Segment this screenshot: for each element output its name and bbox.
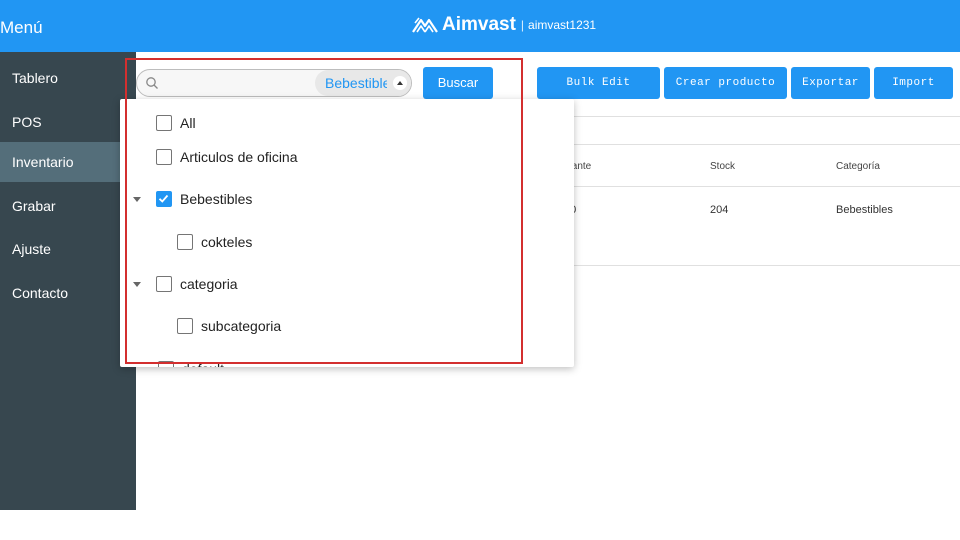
tree-item-all[interactable]: All [156,113,196,133]
tree-item-label: subcategoria [201,318,282,334]
tree-item-label: All [180,115,196,131]
tree-item-subcategoria[interactable]: subcategoria [177,316,281,336]
sidebar-item-ajuste[interactable]: Ajuste [0,229,136,269]
check-icon [158,194,169,203]
sidebar: Tablero POS Inventario Grabar Ajuste Con… [0,52,136,510]
sidebar-item-pos[interactable]: POS [0,102,136,142]
search-button[interactable]: Buscar [423,67,493,99]
bulk-edit-button[interactable]: Bulk Edit [537,67,660,99]
table-cell-stock: 204 [710,204,729,216]
divider [574,144,960,145]
tree-item-label: categoria [180,276,238,292]
export-button[interactable]: Exportar [791,67,870,99]
search-input[interactable] [165,73,315,93]
username: aimvast1231 [528,18,597,32]
search-icon [146,77,158,89]
checkbox-checked[interactable] [156,191,172,207]
tree-item-label: cokteles [201,234,253,250]
import-button[interactable]: Import [874,67,953,99]
divider [574,116,960,117]
sidebar-item-tablero[interactable]: Tablero [0,58,136,98]
brand-name: Aimvast [442,14,516,35]
tree-item-bebestibles[interactable]: Bebestibles [156,189,252,209]
top-app-bar: Menú Aimvast | aimvast1231 [0,0,960,52]
category-dropdown: All Articulos de oficina Bebestibles cok… [120,99,574,367]
expand-caret-icon[interactable] [132,194,142,204]
expand-caret-icon[interactable] [132,279,142,289]
tree-item-categoria[interactable]: categoria [156,274,238,294]
brand-separator: | [520,18,525,32]
aimvast-logo-icon [412,17,438,33]
tree-item-cokteles[interactable]: cokteles [177,232,252,252]
sidebar-item-grabar[interactable]: Grabar [0,186,136,226]
brand: Aimvast | aimvast1231 [412,14,596,36]
tree-item-label: Bebestibles [180,191,253,207]
menu-title[interactable]: Menú [0,18,43,38]
tree-item-label: Articulos de oficina [180,149,298,165]
tree-item-articulos-de-oficina[interactable]: Articulos de oficina [156,147,298,167]
search-bar: Bebestibles [136,69,412,97]
sidebar-item-contacto[interactable]: Contacto [0,273,136,313]
tree-item-default[interactable]: default [158,361,224,367]
divider [574,265,960,266]
tree-item-label: default [182,361,224,367]
checkbox[interactable] [177,234,193,250]
caret-up-icon [393,76,407,90]
checkbox[interactable] [156,149,172,165]
category-select[interactable]: Bebestibles [315,70,411,96]
checkbox[interactable] [177,318,193,334]
create-product-button[interactable]: Crear producto [664,67,787,99]
category-select-value: Bebestibles [325,75,387,91]
table-cell-categoria: Bebestibles [836,204,893,216]
column-header-categoria[interactable]: Categoría [836,161,880,172]
checkbox[interactable] [156,115,172,131]
checkbox[interactable] [158,361,174,367]
divider [574,186,960,187]
column-header-stock[interactable]: Stock [710,161,735,172]
checkbox[interactable] [156,276,172,292]
sidebar-item-inventario[interactable]: Inventario [0,142,136,182]
